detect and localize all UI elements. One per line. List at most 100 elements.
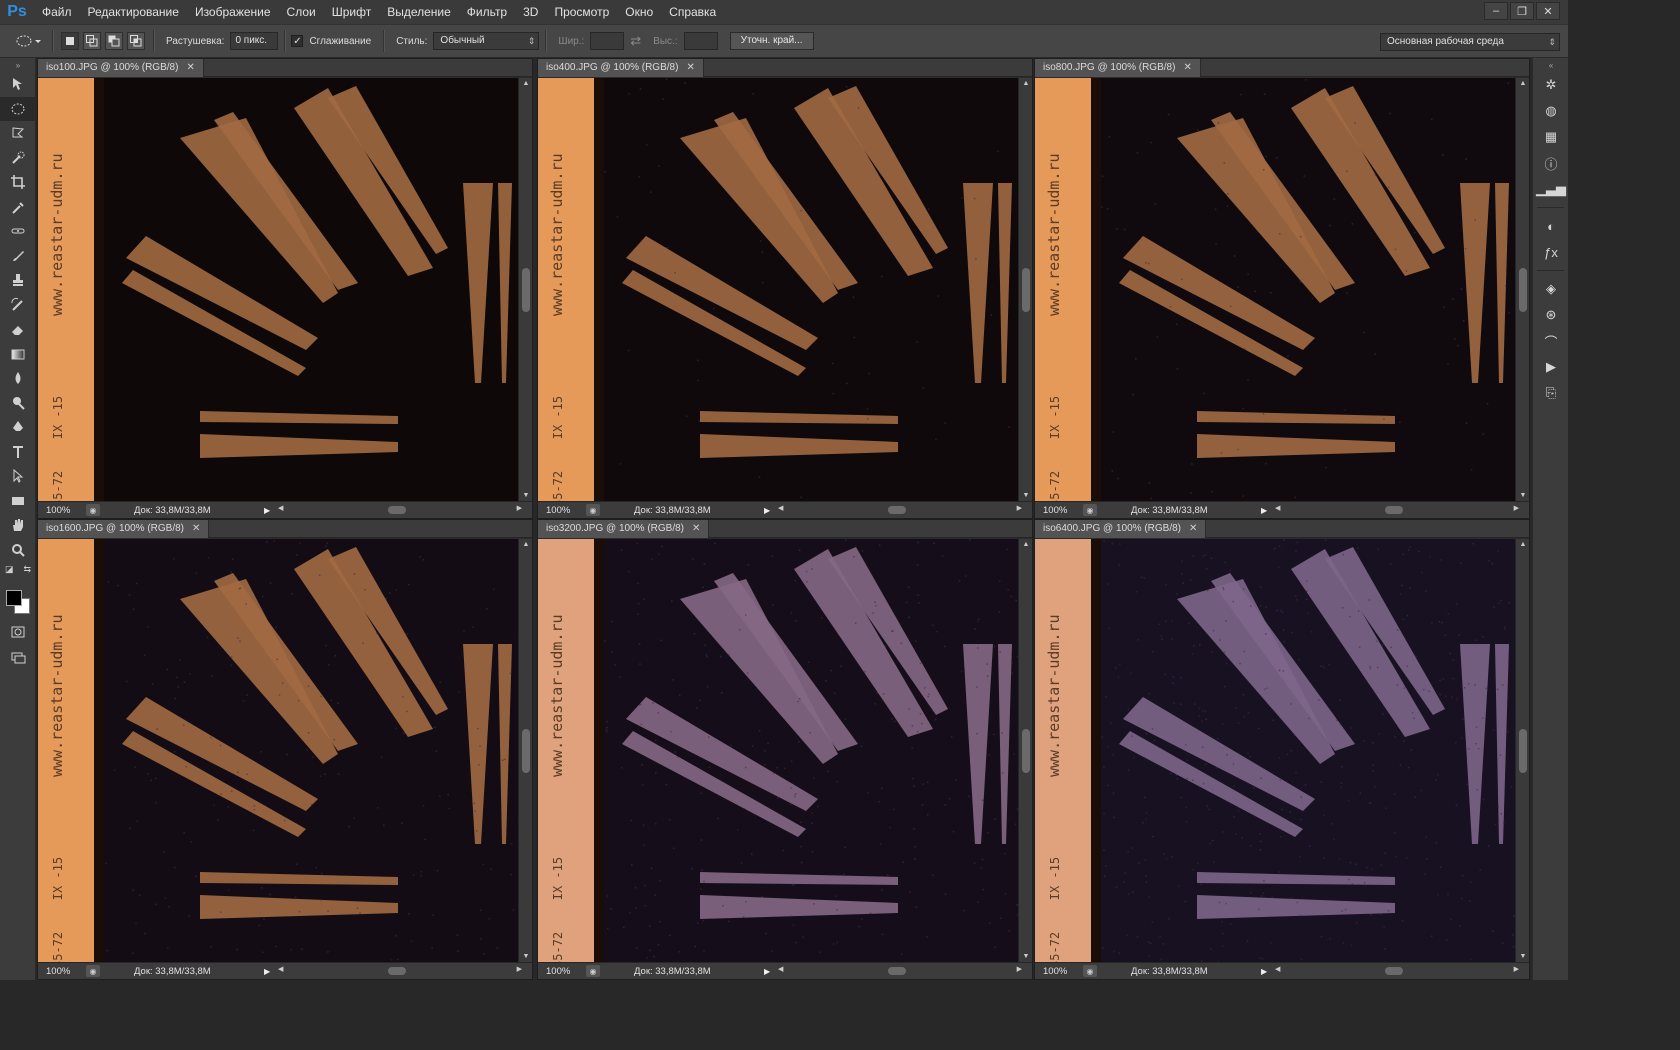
status-info-icon[interactable]: ◉ xyxy=(586,965,600,977)
move-tool[interactable] xyxy=(0,72,36,97)
clone-stamp-tool[interactable] xyxy=(0,268,36,293)
scroll-left-arrow-icon[interactable]: ◀ xyxy=(1275,965,1280,973)
status-info-icon[interactable]: ◉ xyxy=(86,504,100,516)
scroll-left-arrow-icon[interactable]: ◀ xyxy=(778,504,783,512)
vertical-scrollbar[interactable]: ▲ ▼ xyxy=(1018,539,1032,962)
adjustments-panel-icon[interactable]: ◐ xyxy=(1533,213,1569,239)
quick-selection-tool[interactable] xyxy=(0,146,36,171)
scroll-down-arrow-icon[interactable]: ▼ xyxy=(519,953,532,960)
menu-item[interactable]: Шрифт xyxy=(324,0,379,24)
close-tab-icon[interactable]: ✕ xyxy=(1183,59,1191,77)
document-tab[interactable]: iso100.JPG @ 100% (RGB/8) ✕ xyxy=(38,59,204,77)
scroll-up-arrow-icon[interactable]: ▲ xyxy=(1019,541,1032,548)
color-panel-icon[interactable]: ◍ xyxy=(1533,98,1569,124)
scroll-thumb[interactable] xyxy=(1384,506,1403,514)
document-canvas[interactable]: www.reastar-udm.ru IX -15 35-72 xyxy=(38,78,518,501)
status-menu-arrow-icon[interactable]: ▶ xyxy=(1261,506,1271,515)
actions-panel-icon[interactable]: ▶ xyxy=(1533,354,1569,380)
vertical-scrollbar[interactable]: ▲ ▼ xyxy=(518,78,532,501)
paths-panel-icon[interactable]: ⌒ xyxy=(1533,328,1569,354)
pen-tool[interactable] xyxy=(0,415,36,440)
gradient-tool[interactable] xyxy=(0,342,36,367)
scroll-thumb[interactable] xyxy=(522,268,530,313)
scroll-down-arrow-icon[interactable]: ▼ xyxy=(519,492,532,499)
document-canvas[interactable]: www.reastar-udm.ru IX -15 35-72 xyxy=(1035,539,1515,962)
close-tab-icon[interactable]: ✕ xyxy=(686,59,694,77)
scroll-thumb[interactable] xyxy=(1519,268,1527,313)
scroll-up-arrow-icon[interactable]: ▲ xyxy=(1019,80,1032,87)
close-tab-icon[interactable]: ✕ xyxy=(192,520,200,538)
crop-tool[interactable] xyxy=(0,170,36,195)
close-tab-icon[interactable]: ✕ xyxy=(1189,520,1197,538)
status-info-icon[interactable]: ◉ xyxy=(1083,965,1097,977)
tool-preset-picker[interactable] xyxy=(10,30,46,52)
channels-panel-icon[interactable]: ⊛ xyxy=(1533,302,1569,328)
zoom-level[interactable]: 100% xyxy=(1035,505,1079,516)
horizontal-scrollbar[interactable]: ◀ ▶ xyxy=(774,965,1022,977)
document-canvas[interactable]: www.reastar-udm.ru IX -15 35-72 xyxy=(38,539,518,962)
close-tab-icon[interactable]: ✕ xyxy=(186,59,194,77)
document-canvas[interactable]: www.reastar-udm.ru IX -15 35-72 xyxy=(538,539,1018,962)
scroll-thumb[interactable] xyxy=(387,506,406,514)
menu-item[interactable]: Файл xyxy=(34,0,80,24)
vertical-scrollbar[interactable]: ▲ ▼ xyxy=(1018,78,1032,501)
panel-collapse-icon[interactable]: » xyxy=(0,58,36,72)
scroll-right-arrow-icon[interactable]: ▶ xyxy=(1017,965,1022,973)
scroll-thumb[interactable] xyxy=(522,729,530,774)
path-selection-tool[interactable] xyxy=(0,464,36,489)
eraser-tool[interactable] xyxy=(0,317,36,342)
new-selection-button[interactable] xyxy=(61,32,79,50)
scroll-up-arrow-icon[interactable]: ▲ xyxy=(519,80,532,87)
status-info-icon[interactable]: ◉ xyxy=(86,965,100,977)
scroll-left-arrow-icon[interactable]: ◀ xyxy=(778,965,783,973)
quick-mask-button[interactable] xyxy=(0,620,36,645)
scroll-thumb[interactable] xyxy=(887,506,906,514)
scroll-thumb[interactable] xyxy=(1384,967,1403,975)
scroll-down-arrow-icon[interactable]: ▼ xyxy=(1019,492,1032,499)
restore-button[interactable]: ❐ xyxy=(1510,2,1534,20)
status-menu-arrow-icon[interactable]: ▶ xyxy=(1261,967,1271,976)
horizontal-scrollbar[interactable]: ◀ ▶ xyxy=(1271,965,1519,977)
blur-tool[interactable] xyxy=(0,366,36,391)
scroll-right-arrow-icon[interactable]: ▶ xyxy=(1017,504,1022,512)
vertical-scrollbar[interactable]: ▲ ▼ xyxy=(518,539,532,962)
menu-item[interactable]: Изображение xyxy=(187,0,279,24)
scroll-thumb[interactable] xyxy=(1022,729,1030,774)
vertical-scrollbar[interactable]: ▲ ▼ xyxy=(1515,78,1529,501)
document-tab[interactable]: iso800.JPG @ 100% (RGB/8) ✕ xyxy=(1035,59,1201,77)
document-tab[interactable]: iso3200.JPG @ 100% (RGB/8) ✕ xyxy=(538,520,710,538)
info-panel-icon[interactable]: ⓘ xyxy=(1533,150,1569,176)
close-tab-icon[interactable]: ✕ xyxy=(692,520,700,538)
type-tool[interactable] xyxy=(0,440,36,465)
subtract-from-selection-button[interactable] xyxy=(105,32,123,50)
status-menu-arrow-icon[interactable]: ▶ xyxy=(764,506,774,515)
scroll-thumb[interactable] xyxy=(387,967,406,975)
foreground-color-swatch[interactable] xyxy=(6,590,22,606)
eyedropper-tool[interactable] xyxy=(0,195,36,220)
document-canvas[interactable]: www.reastar-udm.ru IX -15 35-72 xyxy=(1035,78,1515,501)
document-tab[interactable]: iso400.JPG @ 100% (RGB/8) ✕ xyxy=(538,59,704,77)
dock-collapse-icon[interactable]: « xyxy=(1533,58,1569,72)
document-tab[interactable]: iso1600.JPG @ 100% (RGB/8) ✕ xyxy=(38,520,210,538)
status-info-icon[interactable]: ◉ xyxy=(586,504,600,516)
horizontal-scrollbar[interactable]: ◀ ▶ xyxy=(274,504,522,516)
horizontal-scrollbar[interactable]: ◀ ▶ xyxy=(1271,504,1519,516)
zoom-level[interactable]: 100% xyxy=(538,966,582,977)
scroll-right-arrow-icon[interactable]: ▶ xyxy=(517,965,522,973)
add-to-selection-button[interactable] xyxy=(83,32,101,50)
menu-item[interactable]: Справка xyxy=(661,0,724,24)
scroll-right-arrow-icon[interactable]: ▶ xyxy=(517,504,522,512)
scroll-right-arrow-icon[interactable]: ▶ xyxy=(1514,504,1519,512)
menu-item[interactable]: Слои xyxy=(279,0,324,24)
scroll-down-arrow-icon[interactable]: ▼ xyxy=(1019,953,1032,960)
scroll-thumb[interactable] xyxy=(1022,268,1030,313)
menu-item[interactable]: Редактирование xyxy=(80,0,187,24)
minimize-button[interactable]: – xyxy=(1484,2,1508,20)
swatches-panel-icon[interactable]: ▦ xyxy=(1533,124,1569,150)
scroll-up-arrow-icon[interactable]: ▲ xyxy=(519,541,532,548)
default-colors-icon[interactable]: ◪ xyxy=(5,564,14,575)
scroll-thumb[interactable] xyxy=(1519,729,1527,774)
close-button[interactable]: ✕ xyxy=(1536,2,1560,20)
scroll-up-arrow-icon[interactable]: ▲ xyxy=(1516,541,1529,548)
hand-tool[interactable] xyxy=(0,513,36,538)
